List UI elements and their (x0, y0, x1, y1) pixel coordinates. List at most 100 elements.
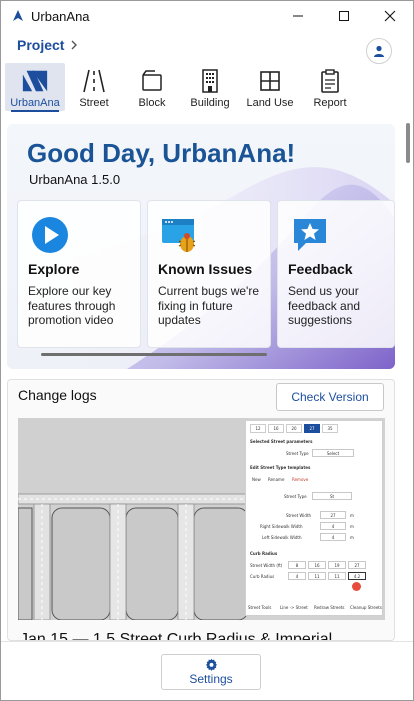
play-icon (32, 217, 68, 253)
feedback-card[interactable]: Feedback Send us your feedback and sugge… (277, 200, 395, 348)
tab-label: Report (313, 97, 347, 109)
window-title: UrbanAna (31, 9, 90, 24)
preview-field: 4 (288, 572, 306, 580)
preview-field: Select (312, 449, 354, 457)
greeting-heading: Good Day, UrbanAna! (27, 138, 296, 168)
preview-tab-selected: 27 (304, 424, 320, 433)
preview-button: Street Tools (248, 605, 272, 610)
check-version-button[interactable]: Check Version (276, 383, 384, 411)
preview-section: Curb Radius (250, 551, 278, 556)
project-breadcrumb[interactable]: Project (17, 37, 78, 53)
tab-block[interactable]: Block (122, 63, 182, 111)
change-logs-title: Change logs (18, 387, 97, 403)
preview-tab: 35 (322, 424, 338, 433)
preview-unit: m (350, 513, 354, 518)
change-log-headline: Jan 15 — 1.5 Street Curb Radius & Imperi… (20, 631, 333, 641)
change-logs-panel: Change logs Check Version 12 16 20 27 35… (7, 379, 395, 641)
footer: Settings (1, 641, 413, 700)
card-title: Explore (28, 261, 80, 277)
tab-report[interactable]: Report (300, 63, 360, 111)
street-icon (80, 67, 108, 95)
preview-label: New (252, 477, 261, 482)
preview-tab: 16 (268, 424, 284, 433)
user-avatar-button[interactable] (366, 38, 392, 64)
tab-label: Street (79, 97, 109, 109)
preview-label: Street Type (284, 494, 307, 499)
preview-add-icon (352, 582, 361, 591)
preview-unit: m (350, 535, 354, 540)
preview-label: Right Sidewalk Width (260, 524, 303, 529)
block-icon (138, 67, 166, 95)
preview-field: 4.2 (348, 572, 366, 580)
preview-field: 4 (320, 522, 346, 530)
preview-field: 16 (308, 561, 326, 569)
minimize-icon (293, 15, 303, 17)
change-log-screenshot: 12 16 20 27 35 Selected Street parameters St… (18, 418, 385, 620)
preview-field: 8 (288, 561, 306, 569)
preview-button: Line -> Street (280, 605, 308, 610)
project-label: Project (17, 37, 65, 53)
maximize-button[interactable] (321, 1, 367, 31)
preview-label: Left Sidewalk Width (262, 535, 302, 540)
preview-field: 11 (308, 572, 326, 580)
settings-label: Settings (189, 672, 233, 686)
bug-icon (162, 219, 196, 252)
preview-label: Street Width (286, 513, 312, 518)
settings-panel-preview: 12 16 20 27 35 Selected Street parameters St… (245, 420, 383, 616)
tab-label: Building (190, 97, 230, 109)
tab-label: Land Use (246, 97, 294, 109)
card-title: Known Issues (158, 261, 253, 277)
card-description: Explore our key features through promoti… (28, 284, 116, 327)
preview-field: 19 (328, 561, 346, 569)
hero-horizontal-scrollbar[interactable] (41, 353, 267, 356)
preview-field: 11 (328, 572, 346, 580)
preview-field: 4 (320, 533, 346, 541)
street-map-preview (18, 418, 248, 620)
preview-field: 27 (320, 511, 346, 519)
close-icon (384, 10, 396, 22)
tab-street[interactable]: Street (64, 63, 124, 111)
report-icon (316, 67, 344, 95)
gear-icon (205, 658, 217, 671)
card-description: Send us your feedback and suggestions (288, 284, 361, 327)
preview-field: 27 (348, 561, 366, 569)
preview-section: Edit Street Type templates (250, 465, 311, 470)
tab-building[interactable]: Building (180, 63, 240, 111)
scrollbar[interactable] (405, 116, 413, 641)
tab-label: Block (138, 97, 166, 109)
user-icon (374, 45, 384, 57)
maximize-icon (339, 11, 349, 21)
app-logo-icon (13, 10, 23, 21)
preview-label: Street Type (286, 451, 309, 456)
preview-label: Remove (292, 477, 309, 482)
building-icon (196, 67, 224, 95)
app-window: UrbanAna Project UrbanAna Street Block B… (0, 0, 414, 701)
preview-label: Rename (268, 477, 285, 482)
preview-unit: m (350, 524, 354, 529)
minimize-button[interactable] (275, 1, 321, 31)
preview-tabs: 12 16 20 27 35 (250, 424, 340, 433)
preview-label: Curb Radius (250, 574, 275, 579)
preview-tab: 12 (250, 424, 266, 433)
known-issues-card[interactable]: Known Issues Current bugs we're fixing i… (147, 200, 271, 348)
scrollbar-thumb[interactable] (406, 123, 410, 163)
version-label: UrbanAna 1.5.0 (29, 172, 121, 187)
close-button[interactable] (367, 1, 413, 31)
preview-section: Selected Street parameters (250, 439, 313, 444)
main-toolbar: UrbanAna Street Block Building Land Use (5, 63, 405, 113)
tab-urbanana[interactable]: UrbanAna (5, 63, 65, 112)
preview-tab: 20 (286, 424, 302, 433)
chevron-right-icon (71, 40, 78, 50)
preview-field: St (312, 492, 352, 500)
land-use-icon (256, 67, 284, 95)
settings-button[interactable]: Settings (161, 654, 261, 690)
feedback-star-icon (294, 219, 326, 251)
explore-card[interactable]: Explore Explore our key features through… (17, 200, 141, 348)
tab-label: UrbanAna (10, 97, 60, 109)
preview-button: Redraw Streets (314, 605, 345, 610)
preview-button: Cleanup Streets (350, 605, 382, 610)
welcome-hero: Good Day, UrbanAna! UrbanAna 1.5.0 Explo… (7, 124, 395, 369)
urbanana-logo-icon (21, 67, 49, 95)
tab-land-use[interactable]: Land Use (240, 63, 300, 111)
preview-label: Street Width (ft) (250, 563, 283, 568)
